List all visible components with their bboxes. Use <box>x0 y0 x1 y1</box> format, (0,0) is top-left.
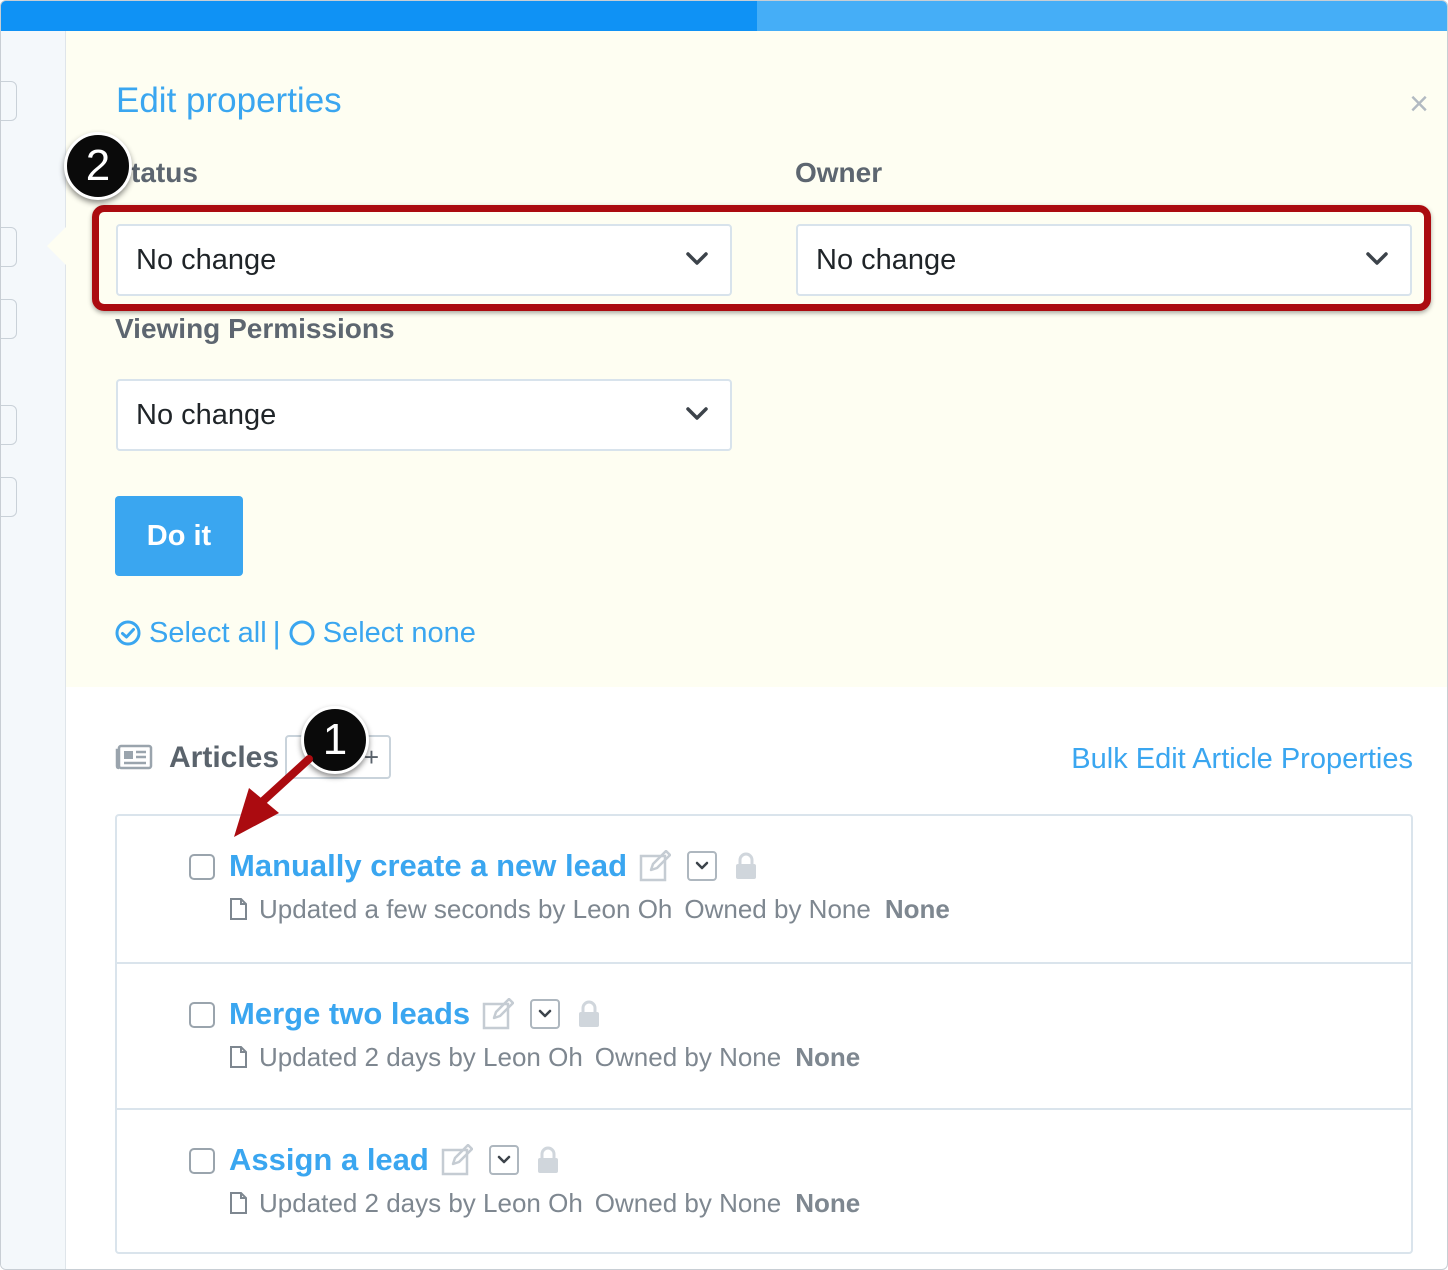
lock-icon <box>736 852 757 879</box>
link-divider: | <box>272 615 281 650</box>
select-all-label: Select all <box>149 616 267 649</box>
select-none-link[interactable]: Select none <box>289 617 476 650</box>
chevron-down-icon <box>686 407 708 420</box>
article-title-link[interactable]: Merge two leads <box>229 996 470 1032</box>
articles-title: Articles <box>169 741 280 774</box>
annotation-step-2: 2 <box>64 132 132 200</box>
top-bar <box>1 1 1447 31</box>
panel-pointer <box>47 226 67 266</box>
article-title-link[interactable]: Assign a lead <box>229 1142 429 1178</box>
document-icon <box>230 898 247 920</box>
article-checkbox[interactable] <box>189 1002 215 1028</box>
article-tag: None <box>884 893 950 924</box>
list-item: Assign a lead Updated 2 days by Leon Oh … <box>117 1108 1411 1254</box>
app-window: Edit properties × tatus Owner No change … <box>0 0 1448 1270</box>
circle-outline-icon <box>289 620 315 646</box>
edit-icon[interactable] <box>639 850 672 882</box>
lock-icon <box>537 1146 558 1173</box>
article-dropdown-toggle[interactable] <box>530 999 561 1029</box>
annotation-highlight-box <box>92 205 1431 311</box>
document-icon <box>230 1192 247 1214</box>
article-meta: Updated 2 days by Leon Oh Owned by None … <box>229 1040 860 1074</box>
document-icon <box>230 1046 247 1068</box>
left-sidebar <box>1 31 66 1269</box>
article-updated: Updated 2 days by Leon Oh <box>259 1041 583 1072</box>
sidebar-tab[interactable] <box>1 299 17 339</box>
sidebar-tab[interactable] <box>1 227 17 267</box>
annotation-step-1: 1 <box>301 706 369 774</box>
bulk-edit-article-properties-link[interactable]: Bulk Edit Article Properties <box>1071 743 1413 776</box>
article-title-link[interactable]: Manually create a new lead <box>229 848 627 884</box>
top-progress-bar <box>1 1 758 31</box>
viewing-permissions-select[interactable]: No change <box>116 379 732 451</box>
chevron-down-icon <box>538 1009 552 1018</box>
chevron-down-icon <box>497 1155 511 1164</box>
lock-icon <box>579 1000 600 1027</box>
status-label: tatus <box>131 157 198 188</box>
owner-label: Owner <box>795 157 883 188</box>
articles-list: Manually create a new lead Updated a few… <box>115 814 1413 1254</box>
article-owner: Owned by None <box>684 893 871 924</box>
sidebar-tab[interactable] <box>1 81 17 121</box>
newspaper-icon <box>115 744 153 770</box>
list-item: Manually create a new lead Updated a few… <box>117 816 1411 962</box>
close-icon[interactable]: × <box>1404 87 1434 121</box>
article-dropdown-toggle[interactable] <box>687 851 718 881</box>
selection-links: Select all | Select none <box>115 613 476 653</box>
select-none-label: Select none <box>322 616 476 649</box>
article-checkbox[interactable] <box>189 1148 215 1174</box>
article-meta: Updated a few seconds by Leon Oh Owned b… <box>229 892 950 926</box>
sidebar-tab[interactable] <box>1 477 17 517</box>
article-checkbox[interactable] <box>189 854 215 880</box>
viewing-permissions-label: Viewing Permissions <box>115 313 395 344</box>
edit-properties-panel <box>66 31 1447 687</box>
edit-icon[interactable] <box>482 998 515 1030</box>
select-all-link[interactable]: Select all <box>115 617 267 650</box>
sidebar-tab[interactable] <box>1 405 17 445</box>
article-owner: Owned by None <box>594 1041 782 1072</box>
chevron-down-icon <box>695 861 709 870</box>
check-circle-icon <box>115 620 141 646</box>
viewing-permissions-select-value: No change <box>136 399 277 431</box>
article-owner: Owned by None <box>594 1187 782 1218</box>
article-updated: Updated 2 days by Leon Oh <box>259 1187 583 1218</box>
list-item: Merge two leads Updated 2 days by Leon O… <box>117 962 1411 1108</box>
article-tag: None <box>795 1041 861 1072</box>
edit-icon[interactable] <box>441 1144 473 1176</box>
do-it-button[interactable]: Do it <box>115 496 243 576</box>
article-updated: Updated a few seconds by Leon Oh <box>259 893 673 924</box>
article-meta: Updated 2 days by Leon Oh Owned by None … <box>229 1186 860 1220</box>
article-dropdown-toggle[interactable] <box>488 1145 519 1175</box>
article-tag: None <box>795 1187 861 1218</box>
panel-title: Edit properties <box>116 81 342 120</box>
